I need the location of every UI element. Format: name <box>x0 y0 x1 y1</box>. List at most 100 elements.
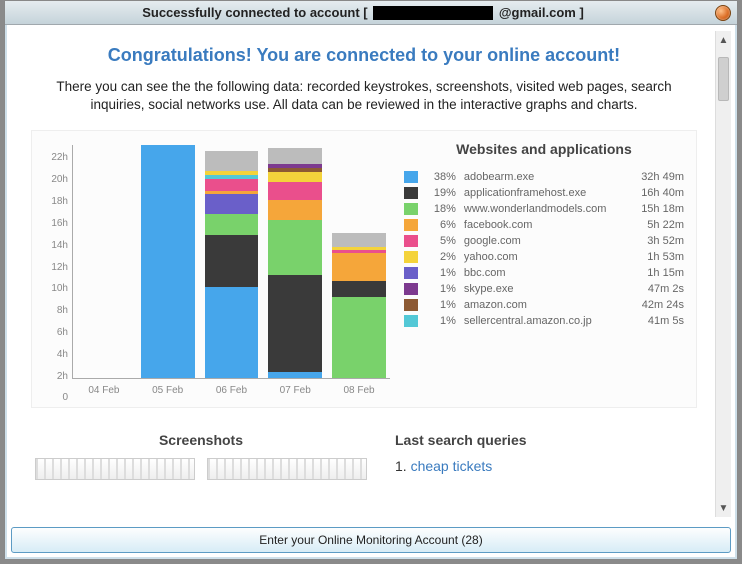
x-tick: 04 Feb <box>77 385 131 396</box>
legend-row: 2%yahoo.com1h 53m <box>404 249 684 265</box>
chart-bar <box>205 145 259 378</box>
chart-segment <box>205 151 259 171</box>
query-item: 1. cheap tickets <box>395 458 693 474</box>
x-tick: 05 Feb <box>141 385 195 396</box>
legend-name: amazon.com <box>464 299 620 311</box>
chart-segment <box>205 179 259 191</box>
close-button[interactable] <box>715 5 731 21</box>
content-wrap: Congratulations! You are connected to yo… <box>5 25 737 523</box>
legend-swatch <box>404 251 418 263</box>
chart-segment <box>205 214 259 234</box>
y-tick: 2h <box>57 371 68 393</box>
chart-segment <box>205 287 259 378</box>
query-number: 1. <box>395 458 411 474</box>
legend-swatch <box>404 235 418 247</box>
chart-segment <box>332 297 386 378</box>
y-tick: 14h <box>51 240 68 262</box>
legend-name: google.com <box>464 235 620 247</box>
query-link[interactable]: cheap tickets <box>411 458 493 474</box>
y-tick: 12h <box>51 262 68 284</box>
chart-segment <box>268 220 322 275</box>
chart-segment <box>205 194 259 214</box>
x-tick: 07 Feb <box>268 385 322 396</box>
legend-name: bbc.com <box>464 267 620 279</box>
title-text: Successfully connected to account [ @gma… <box>11 5 715 21</box>
legend-row: 1%bbc.com1h 15m <box>404 265 684 281</box>
chart-bar <box>141 145 195 378</box>
legend-row: 18%www.wonderlandmodels.com15h 18m <box>404 201 684 217</box>
screenshots-title: Screenshots <box>35 432 367 448</box>
email-redacted <box>373 6 493 20</box>
scroll-up-icon[interactable]: ▲ <box>716 31 731 49</box>
legend-pct: 18% <box>426 203 456 215</box>
y-tick: 18h <box>51 196 68 218</box>
enter-account-button[interactable]: Enter your Online Monitoring Account (28… <box>11 527 731 553</box>
legend-duration: 47m 2s <box>628 283 684 295</box>
y-tick: 8h <box>57 305 68 327</box>
chart-segment <box>141 145 195 378</box>
legend-row: 6%facebook.com5h 22m <box>404 217 684 233</box>
legend-duration: 32h 49m <box>628 171 684 183</box>
page-subtext: There you can see the the following data… <box>31 78 697 114</box>
chart-segment <box>205 235 259 288</box>
legend-row: 19%applicationframehost.exe16h 40m <box>404 185 684 201</box>
legend-swatch <box>404 171 418 183</box>
chart-segment <box>268 372 322 378</box>
titlebar: Successfully connected to account [ @gma… <box>5 1 737 25</box>
y-tick: 4h <box>57 349 68 371</box>
chart-plot: 04 Feb05 Feb06 Feb07 Feb08 Feb <box>72 145 390 379</box>
scroll-down-icon[interactable]: ▼ <box>716 499 731 517</box>
legend-pct: 1% <box>426 283 456 295</box>
usage-chart-card: 22h20h18h16h14h12h10h8h6h4h2h0 04 Feb05 … <box>31 130 697 408</box>
legend-name: skype.exe <box>464 283 620 295</box>
scroll-thumb[interactable] <box>718 57 729 101</box>
legend-pct: 1% <box>426 299 456 311</box>
legend-duration: 41m 5s <box>628 315 684 327</box>
chart-segment <box>268 172 322 182</box>
y-tick: 0 <box>62 392 68 408</box>
legend-row: 38% adobearm.exe 32h 49m <box>404 169 684 185</box>
chart-bar <box>332 145 386 378</box>
legend-name: adobearm.exe <box>464 171 620 183</box>
title-suffix: @gmail.com ] <box>499 5 584 20</box>
legend-pct: 1% <box>426 315 456 327</box>
chart-segment <box>268 182 322 200</box>
y-tick: 6h <box>57 327 68 349</box>
screenshot-thumb[interactable] <box>207 458 367 480</box>
chart-bar <box>77 145 131 378</box>
content: Congratulations! You are connected to yo… <box>13 31 715 517</box>
chart-segment <box>268 148 322 164</box>
chart-legend: Websites and applications 38%adobearm.ex… <box>390 135 688 407</box>
screenshots-panel: Screenshots <box>35 432 367 480</box>
legend-name: sellercentral.amazon.co.jp <box>464 315 620 327</box>
y-tick: 20h <box>51 174 68 196</box>
chart-plot-area: 22h20h18h16h14h12h10h8h6h4h2h0 04 Feb05 … <box>40 135 390 407</box>
legend-swatch <box>404 267 418 279</box>
footer: Enter your Online Monitoring Account (28… <box>5 523 737 559</box>
legend-pct: 6% <box>426 219 456 231</box>
screenshot-thumb[interactable] <box>35 458 195 480</box>
x-tick: 06 Feb <box>205 385 259 396</box>
legend-name: www.wonderlandmodels.com <box>464 203 620 215</box>
y-tick: 22h <box>51 152 68 174</box>
lower-panels: Screenshots Last search queries 1. cheap… <box>31 432 697 480</box>
chart-segment <box>268 200 322 220</box>
legend-swatch <box>404 203 418 215</box>
queries-panel: Last search queries 1. cheap tickets <box>395 432 693 480</box>
vertical-scrollbar[interactable]: ▲ ▼ <box>715 31 731 517</box>
chart-x-labels: 04 Feb05 Feb06 Feb07 Feb08 Feb <box>73 385 390 396</box>
legend-name: yahoo.com <box>464 251 620 263</box>
title-prefix: Successfully connected to account [ <box>142 5 367 20</box>
chart-bar <box>268 145 322 378</box>
chart-segment <box>332 233 386 247</box>
page-heading: Congratulations! You are connected to yo… <box>31 45 697 66</box>
legend-name: facebook.com <box>464 219 620 231</box>
chart-y-axis: 22h20h18h16h14h12h10h8h6h4h2h0 <box>40 135 72 407</box>
y-tick: 10h <box>51 283 68 305</box>
legend-name: applicationframehost.exe <box>464 187 620 199</box>
legend-row: 1% skype.exe 47m 2s <box>404 281 684 297</box>
chart-segment <box>268 275 322 372</box>
legend-pct: 38% <box>426 171 456 183</box>
legend-pct: 2% <box>426 251 456 263</box>
legend-row: 1% sellercentral.amazon.co.jp 41m 5s <box>404 313 684 329</box>
